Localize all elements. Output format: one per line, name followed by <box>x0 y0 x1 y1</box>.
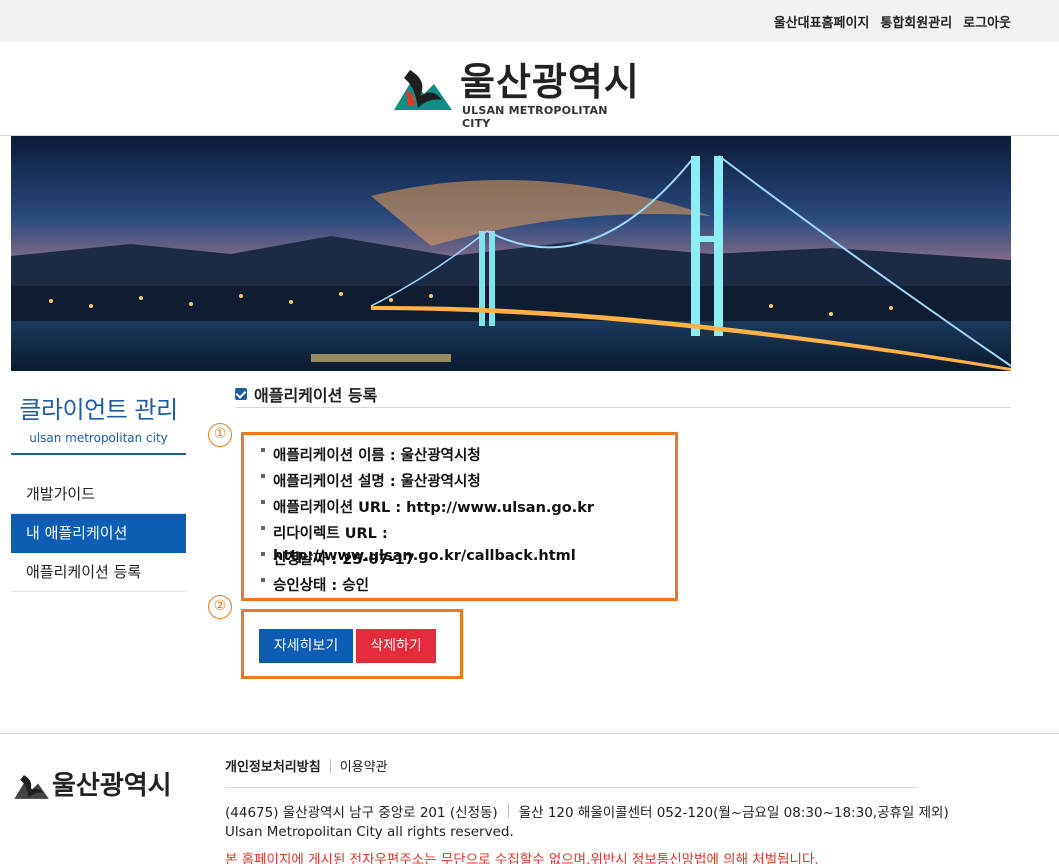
site-footer: 울산광역시 개인정보처리방침 이용약관 (44675) 울산광역시 남구 중앙로… <box>0 733 1059 864</box>
footer-address: (44675) 울산광역시 남구 중앙로 201 (신정동) <box>225 805 498 821</box>
sidebar-menu: 개발가이드 내 애플리케이션 애플리케이션 등록 <box>11 475 186 592</box>
logo-text-ko: 울산광역시 <box>460 60 640 104</box>
view-detail-button[interactable]: 자세히보기 <box>259 629 353 663</box>
info-app-description-text: 애플리케이션 설명 : 울산광역시청 <box>273 474 481 490</box>
ulsan-emblem-icon <box>394 70 452 110</box>
info-redirect-url-text: 리다이렉트 URL : http://www.ulsan.go.kr/callb… <box>273 526 576 564</box>
info-app-url-text: 애플리케이션 URL : http://www.ulsan.go.kr <box>273 500 595 516</box>
info-app-description: 애플리케이션 설명 : 울산광역시청 <box>257 471 675 497</box>
action-button-box: 자세히보기 삭제하기 <box>241 609 463 679</box>
footer-address-line: (44675) 울산광역시 남구 중앙로 201 (신정동) 울산 120 해울… <box>225 801 949 821</box>
footer-emblem-icon <box>14 775 49 799</box>
section-title: 애플리케이션 등록 <box>254 385 378 405</box>
footer-copyright: Ulsan Metropolitan City all rights reser… <box>225 824 514 840</box>
link-member-management[interactable]: 통합회원관리 <box>880 12 952 31</box>
info-approval-status: 승인상태 : 승인 <box>257 575 675 601</box>
link-privacy-policy[interactable]: 개인정보처리방침 <box>225 756 321 775</box>
bullet-icon <box>261 448 265 452</box>
application-info-box: 애플리케이션 이름 : 울산광역시청 애플리케이션 설명 : 울산광역시청 애플… <box>241 432 678 601</box>
sidebar: 클라이언트 관리 ulsan metropolitan city 개발가이드 내… <box>11 390 186 592</box>
bullet-icon <box>261 526 265 530</box>
footer-logo-text: 울산광역시 <box>52 771 172 801</box>
top-utility-bar: 울산대표홈페이지 통합회원관리 로그아웃 <box>0 0 1059 42</box>
logo-text-en: ULSAN METROPOLITAN CITY <box>462 104 608 130</box>
footer-divider <box>507 804 509 818</box>
link-terms[interactable]: 이용약관 <box>340 756 388 775</box>
bullet-icon <box>261 474 265 478</box>
banner-image <box>11 136 1011 371</box>
bridge-illustration <box>11 136 1011 371</box>
link-ulsan-home[interactable]: 울산대표홈페이지 <box>774 12 870 31</box>
checkbox-icon <box>235 387 247 400</box>
sidebar-title: 클라이언트 관리 <box>19 396 178 424</box>
delete-button[interactable]: 삭제하기 <box>356 629 436 663</box>
info-app-name: 애플리케이션 이름 : 울산광역시청 <box>257 445 675 471</box>
info-app-url: 애플리케이션 URL : http://www.ulsan.go.kr <box>257 497 675 523</box>
footer-links: 개인정보처리방침 이용약관 <box>225 756 917 788</box>
site-header: 울산광역시 ULSAN METROPOLITAN CITY <box>0 42 1059 136</box>
footer-divider <box>329 758 331 773</box>
sidebar-item-my-applications[interactable]: 내 애플리케이션 <box>11 514 186 553</box>
sidebar-subtitle: ulsan metropolitan city <box>11 431 186 455</box>
info-app-name-text: 애플리케이션 이름 : 울산광역시청 <box>273 448 481 464</box>
marker-2: ② <box>208 595 232 619</box>
sidebar-item-register-application[interactable]: 애플리케이션 등록 <box>11 553 186 592</box>
section-header: 애플리케이션 등록 <box>235 380 1011 408</box>
ulsan-logo[interactable]: 울산광역시 ULSAN METROPOLITAN CITY <box>390 60 640 130</box>
marker-1: ① <box>208 423 232 447</box>
bullet-icon <box>261 552 265 556</box>
link-logout[interactable]: 로그아웃 <box>963 12 1011 31</box>
main-content: 애플리케이션 등록 <box>235 380 1011 408</box>
footer-warning: 본 홈페이지에 게시된 전자우편주소는 무단으로 수집할수 없으며,위반시 정보… <box>225 852 819 864</box>
footer-logo: 울산광역시 <box>12 770 182 810</box>
bullet-icon <box>261 500 265 504</box>
application-info-list: 애플리케이션 이름 : 울산광역시청 애플리케이션 설명 : 울산광역시청 애플… <box>257 445 675 601</box>
top-links: 울산대표홈페이지 통합회원관리 로그아웃 <box>774 12 1011 31</box>
bullet-icon <box>261 578 265 582</box>
sidebar-item-dev-guide[interactable]: 개발가이드 <box>11 475 186 514</box>
info-request-date-text: 신청날짜 : 25-07-17 <box>273 552 415 568</box>
info-redirect-url: 리다이렉트 URL : http://www.ulsan.go.kr/callb… <box>257 523 675 564</box>
footer-callcenter: 울산 120 해울이콜센터 052-120(월~금요일 08:30~18:30,… <box>518 805 949 821</box>
info-approval-status-text: 승인상태 : 승인 <box>273 578 369 594</box>
